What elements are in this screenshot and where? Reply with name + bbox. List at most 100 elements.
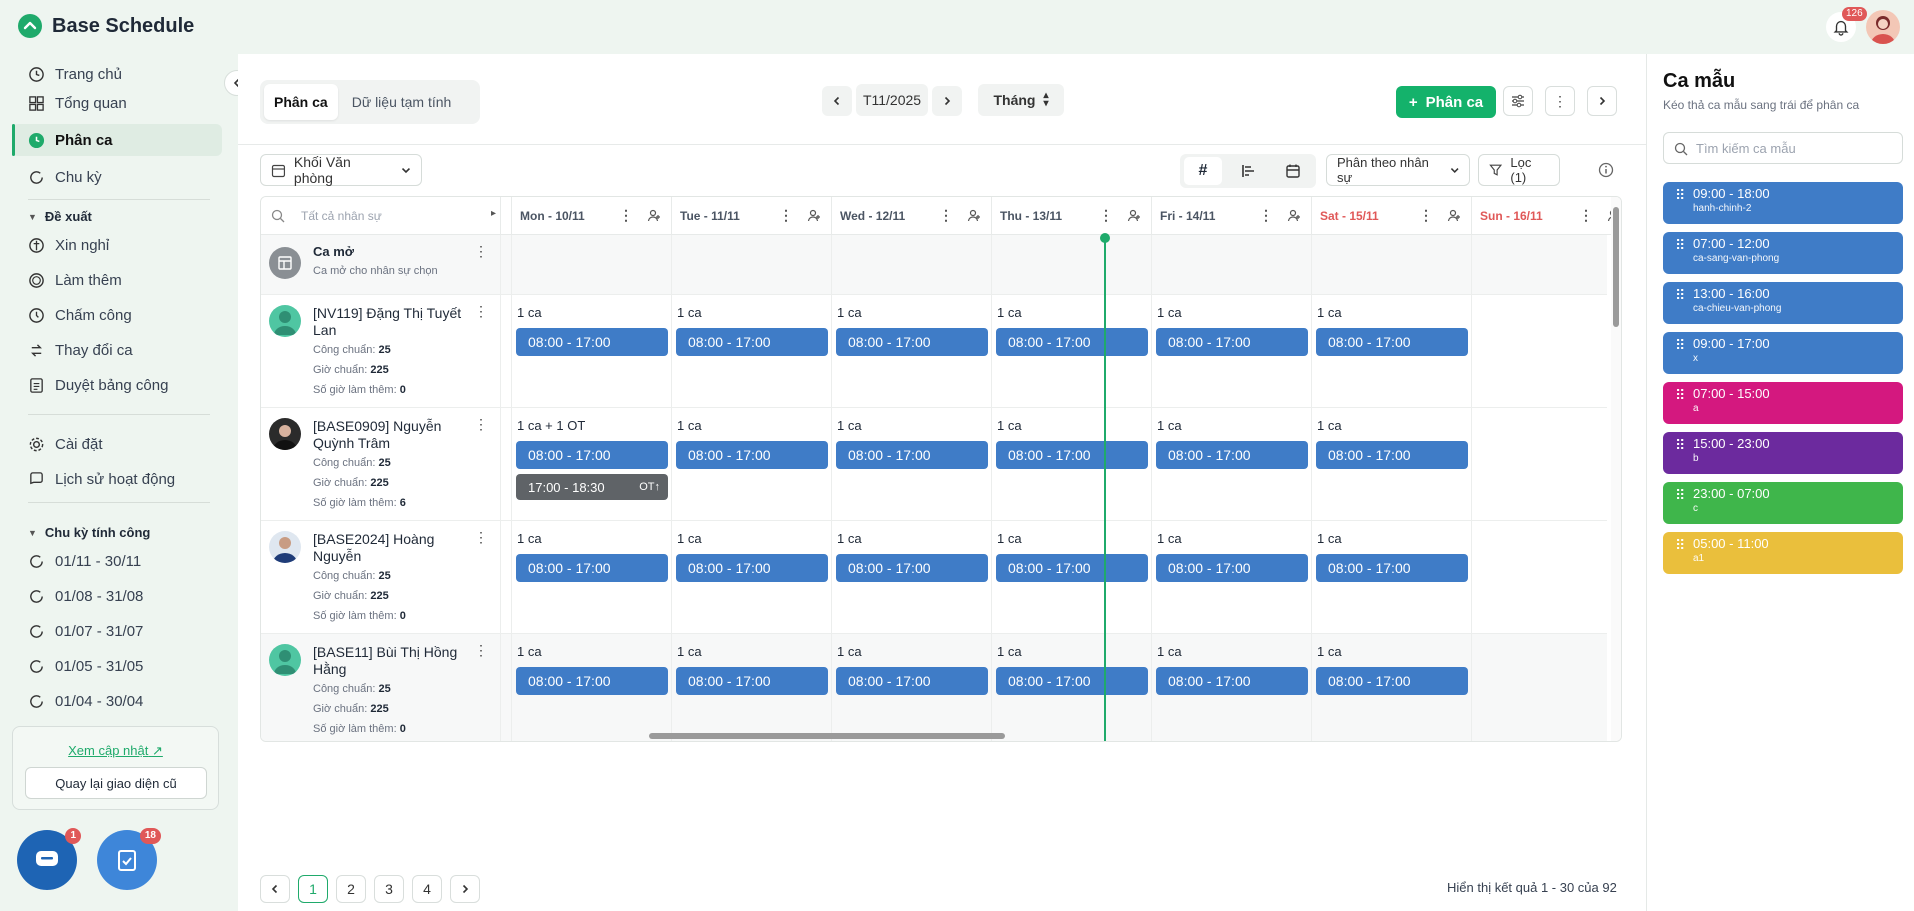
sidebar-item-leave[interactable]: Xin nghỉ [12,229,222,261]
vertical-scrollbar[interactable] [1611,197,1621,741]
day-column-header[interactable]: Mon - 10/11 ⋮ [511,197,671,235]
open-shift-cell[interactable]: Ca mở Ca mở cho nhân sự chọn ⋮ [261,235,501,294]
drag-handle-icon[interactable]: ⠿ [1675,388,1686,402]
filter-button[interactable]: Lọc (1) [1478,154,1560,186]
day-cell[interactable]: 1 ca 08:00 - 17:00 [1151,634,1311,741]
day-cell[interactable]: 1 ca 08:00 - 17:00 [671,295,831,407]
day-cell[interactable]: 1 ca 08:00 - 17:00 [1311,634,1471,741]
shift-block[interactable]: 08:00 - 17:00 [1156,667,1308,695]
day-cell[interactable]: 1 ca 08:00 - 17:00 [511,634,671,741]
day-cell[interactable] [1471,634,1621,741]
shift-template-card[interactable]: ⠿ 09:00 - 18:00 hanh-chinh-2 [1663,182,1903,224]
settings-sliders-button[interactable] [1503,86,1533,116]
day-cell[interactable] [991,235,1151,294]
tab-schedule[interactable]: Phân ca [264,84,338,120]
shift-template-card[interactable]: ⠿ 23:00 - 07:00 c [1663,482,1903,524]
toggle-panel-button[interactable] [1587,86,1617,116]
old-ui-button[interactable]: Quay lại giao diện cũ [25,767,207,799]
shift-block[interactable]: 08:00 - 17:00 [836,554,988,582]
shift-block[interactable]: 08:00 - 17:00 [676,441,828,469]
drag-handle-icon[interactable]: ⠿ [1675,438,1686,452]
shift-template-card[interactable]: ⠿ 05:00 - 11:00 a1 [1663,532,1903,574]
employee-cell[interactable]: [BASE11] Bùi Thị Hồng Hằng ⋮ Công chuẩn: 2… [261,634,501,741]
employee-cell[interactable]: [BASE0909] Nguyễn Quỳnh Trâm ⋮ Công chuẩn:… [261,408,501,520]
calendar-view-button[interactable] [1274,157,1312,185]
hash-view-button[interactable]: # [1184,157,1222,185]
employee-name[interactable]: [BASE2024] Hoàng Nguyễn [313,531,473,565]
sidebar-item-history[interactable]: Lịch sử hoạt động [12,463,222,495]
day-cell[interactable] [1311,235,1471,294]
shift-block[interactable]: 08:00 - 17:00 [1156,554,1308,582]
shift-block[interactable]: 08:00 - 17:00 [996,667,1148,695]
day-cell[interactable]: 1 ca 08:00 - 17:00 [1151,295,1311,407]
shift-block[interactable]: 08:00 - 17:00 [1156,441,1308,469]
assign-people-icon[interactable] [647,208,663,224]
scroll-thumb[interactable] [1613,207,1619,327]
notification-bell[interactable]: 126 [1826,7,1867,42]
page-button[interactable]: 2 [336,875,366,903]
day-cell[interactable]: 1 ca 08:00 - 17:00 [831,295,991,407]
sidebar-item-timesheet[interactable]: Chấm công [12,299,222,331]
employee-name[interactable]: [BASE11] Bùi Thị Hồng Hằng [313,644,473,678]
page-button[interactable]: 3 [374,875,404,903]
next-period-button[interactable] [932,86,962,116]
day-cell[interactable]: 1 ca 08:00 - 17:00 [831,634,991,741]
prev-page-button[interactable] [260,875,290,903]
sidebar-item-cycle-period[interactable]: 01/11 - 30/11 [12,545,222,577]
drag-handle-icon[interactable]: ⠿ [1675,338,1686,352]
sidebar-group-proposal[interactable]: ▼ Đề xuất [28,209,92,224]
assign-people-icon[interactable] [1447,208,1463,224]
kebab-icon[interactable]: ⋮ [1099,207,1113,224]
view-mode-select[interactable]: Tháng ▴ ▾ [978,84,1064,116]
sidebar-item-cycle[interactable]: Chu kỳ [12,161,222,193]
drag-handle-icon[interactable]: ⠿ [1675,188,1686,202]
sidebar-item-overview[interactable]: Tổng quan [12,87,222,119]
day-cell[interactable]: 1 ca 08:00 - 17:00 [991,521,1151,633]
day-cell[interactable] [1471,521,1621,633]
day-cell[interactable]: 1 ca 08:00 - 17:00 [671,408,831,520]
kebab-icon[interactable]: ⋮ [619,207,633,224]
drag-handle-icon[interactable]: ⠿ [1675,288,1686,302]
day-cell[interactable]: 1 ca 08:00 - 17:00 [671,634,831,741]
day-cell[interactable]: 1 ca 08:00 - 17:00 [1151,521,1311,633]
kebab-icon[interactable]: ⋮ [1419,207,1433,224]
sidebar-item-cycle-period[interactable]: 01/07 - 31/07 [12,615,222,647]
shift-block[interactable]: 08:00 - 17:00 [1156,328,1308,356]
shift-block[interactable]: 08:00 - 17:00 [836,441,988,469]
kebab-icon[interactable]: ⋮ [1259,207,1273,224]
group-by-select[interactable]: Phân theo nhân sự [1326,154,1470,186]
page-button[interactable]: 4 [412,875,442,903]
sidebar-item-cycle-period[interactable]: 01/08 - 31/08 [12,580,222,612]
shift-block[interactable]: 08:00 - 17:00 [1316,554,1468,582]
shift-template-card[interactable]: ⠿ 07:00 - 12:00 ca-sang-van-phong [1663,232,1903,274]
kebab-icon[interactable]: ⋮ [474,416,488,433]
sidebar-item-overtime[interactable]: Làm thêm [12,264,222,296]
shift-block[interactable]: 08:00 - 17:00 [676,328,828,356]
employee-cell[interactable]: [BASE2024] Hoàng Nguyễn ⋮ Công chuẩn: 25 Gi… [261,521,501,633]
employee-search[interactable]: Tất cả nhân sự ▸ [261,197,501,235]
day-cell[interactable] [671,235,831,294]
day-cell[interactable] [1471,408,1621,520]
day-cell[interactable]: 1 ca 08:00 - 17:00 [1311,408,1471,520]
day-cell[interactable]: 1 ca 08:00 - 17:00 [1311,521,1471,633]
sidebar-item-schedule[interactable]: Phân ca [12,124,222,156]
department-select[interactable]: Khối Văn phòng [260,154,422,186]
employee-cell[interactable]: [NV119] Đặng Thị Tuyết Lan ⋮ Công chuẩn: 2… [261,295,501,407]
day-cell[interactable] [511,235,671,294]
shift-template-card[interactable]: ⠿ 13:00 - 16:00 ca-chieu-van-phong [1663,282,1903,324]
sidebar-item-cycle-period[interactable]: 01/05 - 31/05 [12,650,222,682]
drag-handle-icon[interactable]: ⠿ [1675,238,1686,252]
shift-template-card[interactable]: ⠿ 07:00 - 15:00 a [1663,382,1903,424]
chat-button[interactable]: 1 [17,828,81,890]
assign-people-icon[interactable] [1127,208,1143,224]
period-label[interactable]: T11/2025 [856,84,928,116]
more-options-button[interactable]: ⋮ [1545,86,1575,116]
employee-name[interactable]: [NV119] Đặng Thị Tuyết Lan [313,305,473,339]
next-page-button[interactable] [450,875,480,903]
shift-block[interactable]: 08:00 - 17:00 [676,667,828,695]
day-cell[interactable]: 1 ca 08:00 - 17:00 [1311,295,1471,407]
sidebar-item-approve[interactable]: Duyệt bảng công [12,369,222,401]
tasks-button[interactable]: 18 [97,828,161,890]
day-cell[interactable]: 1 ca 08:00 - 17:00 [831,521,991,633]
sidebar-group-cycle[interactable]: ▼ Chu kỳ tính công [28,525,150,540]
